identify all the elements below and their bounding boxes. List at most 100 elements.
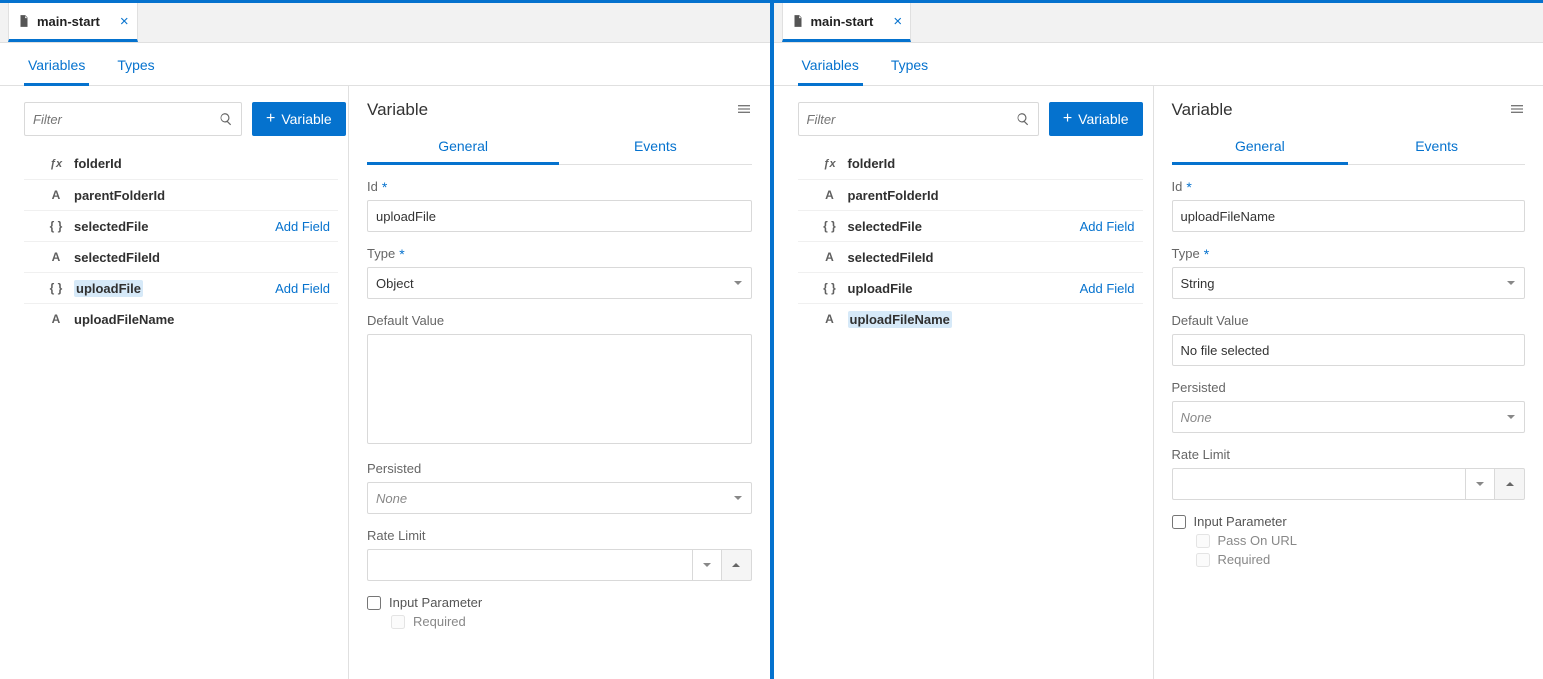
add-variable-button[interactable]: +Variable xyxy=(1049,102,1143,136)
tab-variables[interactable]: Variables xyxy=(798,57,863,86)
rate-limit-decrease[interactable] xyxy=(1465,468,1495,500)
file-icon xyxy=(17,14,31,28)
id-label: Id* xyxy=(1172,179,1526,194)
search-icon xyxy=(1016,112,1030,126)
panel-menu-icon[interactable] xyxy=(1509,101,1525,120)
rate-limit-label: Rate Limit xyxy=(1172,447,1526,462)
variable-list: ƒxfolderIdAparentFolderId{ }selectedFile… xyxy=(24,148,338,663)
variable-type-icon: { } xyxy=(822,281,838,295)
variable-row[interactable]: { }selectedFileAdd Field xyxy=(24,210,338,241)
tab-types[interactable]: Types xyxy=(887,57,932,85)
type-label: Type* xyxy=(1172,246,1526,261)
variable-type-icon: A xyxy=(822,188,838,202)
panel-title: Variable xyxy=(367,100,428,120)
variable-list: ƒx folderId AparentFolderId { } selectedFile… xyxy=(798,148,1143,663)
filter-input[interactable] xyxy=(799,112,1016,127)
variable-row[interactable]: AselectedFileId xyxy=(798,241,1143,272)
rate-limit-increase[interactable] xyxy=(1495,468,1525,500)
tab-types[interactable]: Types xyxy=(113,57,158,85)
variable-type-icon: A xyxy=(48,250,64,264)
variable-name: selectedFileId xyxy=(74,250,336,265)
filter-input-wrap xyxy=(798,102,1039,136)
input-parameter-label: Input Parameter xyxy=(1194,514,1287,529)
file-tab-title: main-start xyxy=(811,14,874,29)
search-icon xyxy=(219,112,233,126)
add-field-link[interactable]: Add Field xyxy=(1080,219,1135,234)
add-variable-button[interactable]: +Variable xyxy=(252,102,346,136)
file-tab-bar: main-start × xyxy=(0,3,770,43)
tab-general[interactable]: General xyxy=(1172,130,1349,165)
variable-row[interactable]: { } uploadFileAdd Field xyxy=(798,272,1143,303)
variable-row[interactable]: { } uploadFileAdd Field xyxy=(24,272,338,303)
variable-name: selectedFile xyxy=(848,219,1080,234)
variable-name: folderId xyxy=(848,156,1141,171)
default-value-input[interactable] xyxy=(1172,334,1526,366)
type-select[interactable]: String xyxy=(1172,267,1526,299)
persisted-select[interactable]: None xyxy=(367,482,752,514)
file-tab-main-start[interactable]: main-start × xyxy=(8,3,138,42)
required-checkbox xyxy=(391,615,405,629)
tab-events[interactable]: Events xyxy=(1348,130,1525,164)
rate-limit-decrease[interactable] xyxy=(692,549,722,581)
variable-type-icon: { } xyxy=(822,219,838,233)
default-value-label: Default Value xyxy=(367,313,752,328)
input-parameter-checkbox[interactable] xyxy=(367,596,381,610)
input-parameter-label: Input Parameter xyxy=(389,595,482,610)
variable-type-icon: ƒx xyxy=(822,158,838,170)
page-nav-tabs: Variables Types xyxy=(774,43,1543,86)
variable-detail-panel: Variable General Events Id* Type* String… xyxy=(1154,86,1543,679)
variable-type-icon: A xyxy=(48,188,64,202)
required-label: Required xyxy=(413,614,466,629)
add-field-link[interactable]: Add Field xyxy=(1080,281,1135,296)
add-field-link[interactable]: Add Field xyxy=(275,219,330,234)
variable-name: uploadFileName xyxy=(848,312,1141,327)
variable-list-column: +Variable ƒxfolderIdAparentFolderId{ }se… xyxy=(0,86,349,679)
variable-name: parentFolderId xyxy=(74,188,336,203)
rate-limit-increase[interactable] xyxy=(722,549,752,581)
variable-name: uploadFileName xyxy=(74,312,336,327)
input-parameter-checkbox[interactable] xyxy=(1172,515,1186,529)
id-input[interactable] xyxy=(1172,200,1526,232)
variable-name: uploadFile xyxy=(848,281,1080,296)
pass-on-url-checkbox xyxy=(1196,534,1210,548)
variable-name: selectedFile xyxy=(74,219,275,234)
close-icon[interactable]: × xyxy=(120,13,129,30)
panel-menu-icon[interactable] xyxy=(736,101,752,120)
variable-name: folderId xyxy=(74,156,336,171)
add-field-link[interactable]: Add Field xyxy=(275,281,330,296)
variable-row[interactable]: AparentFolderId xyxy=(798,179,1143,210)
default-value-label: Default Value xyxy=(1172,313,1526,328)
variable-row[interactable]: { } selectedFileAdd Field xyxy=(798,210,1143,241)
tab-general[interactable]: General xyxy=(367,130,559,165)
variable-row[interactable]: ƒxfolderId xyxy=(24,148,338,179)
variable-type-icon: { } xyxy=(48,281,64,295)
variable-row[interactable]: AselectedFileId xyxy=(24,241,338,272)
variable-row[interactable]: AuploadFileName xyxy=(24,303,338,334)
plus-icon: + xyxy=(1063,111,1072,127)
variable-name: uploadFile xyxy=(74,281,275,296)
default-value-input[interactable] xyxy=(367,334,752,444)
variable-type-icon: A xyxy=(822,312,838,326)
panel-title: Variable xyxy=(1172,100,1233,120)
variable-row[interactable]: ƒx folderId xyxy=(798,148,1143,179)
tab-events[interactable]: Events xyxy=(559,130,751,164)
file-icon xyxy=(791,14,805,28)
variable-name: selectedFileId xyxy=(848,250,1141,265)
variable-type-icon: A xyxy=(48,312,64,326)
rate-limit-input[interactable] xyxy=(367,549,692,581)
variable-type-icon: A xyxy=(822,250,838,264)
pass-on-url-label: Pass On URL xyxy=(1218,533,1297,548)
type-label: Type* xyxy=(367,246,752,261)
variable-row[interactable]: AparentFolderId xyxy=(24,179,338,210)
id-input[interactable] xyxy=(367,200,752,232)
tab-variables[interactable]: Variables xyxy=(24,57,89,86)
required-checkbox xyxy=(1196,553,1210,567)
persisted-select[interactable]: None xyxy=(1172,401,1526,433)
variable-row[interactable]: AuploadFileName xyxy=(798,303,1143,334)
file-tab-main-start[interactable]: main-start × xyxy=(782,3,912,42)
type-select[interactable]: Object xyxy=(367,267,752,299)
filter-input-wrap xyxy=(24,102,242,136)
filter-input[interactable] xyxy=(25,112,219,127)
rate-limit-input[interactable] xyxy=(1172,468,1466,500)
close-icon[interactable]: × xyxy=(893,13,902,30)
